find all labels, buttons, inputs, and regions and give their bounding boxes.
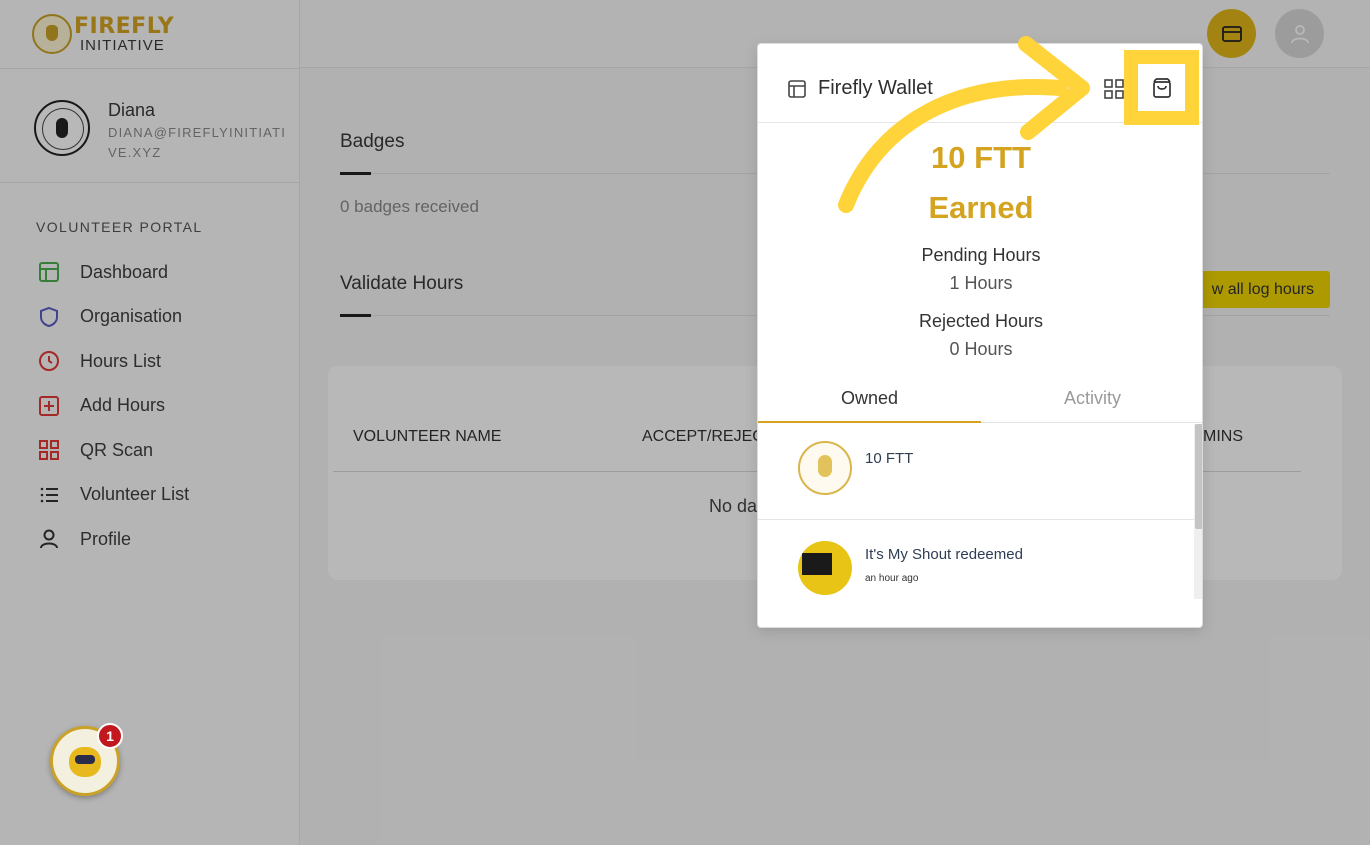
tab-owned[interactable]: Owned	[758, 388, 981, 409]
sidebar-item-organisation[interactable]: Organisation	[36, 295, 189, 340]
column-header-accept-reject[interactable]: ACCEPT/REJEC	[642, 428, 764, 446]
sidebar-item-label: Profile	[80, 528, 132, 549]
badges-received-text: 0 badges received	[340, 197, 479, 216]
section-title: VOLUNTEER PORTAL	[36, 219, 203, 235]
sidebar-item-label: Organisation	[80, 306, 183, 327]
column-header-mins[interactable]: MINS	[1203, 428, 1243, 446]
user-card: Diana DIANA@FIREFLYINITIATIVE.XYZ	[34, 100, 288, 163]
sidebar-item-hours-list[interactable]: Hours List	[36, 339, 189, 384]
sidebar-item-profile[interactable]: Profile	[36, 517, 189, 562]
validate-hours-title: Validate Hours	[340, 273, 464, 294]
wallet-layout-icon	[788, 80, 806, 103]
list-item[interactable]: 10 FTT	[758, 423, 1194, 520]
logo-text-initiative: INITIATIVE	[80, 36, 165, 54]
sidebar-item-label: QR Scan	[80, 439, 154, 460]
validate-underline	[340, 314, 371, 317]
sidebar-item-label: Hours List	[80, 350, 162, 371]
view-all-log-hours-button[interactable]: w all log hours	[1190, 271, 1330, 308]
list-icon	[36, 482, 62, 508]
notification-badge: 1	[97, 723, 123, 749]
empty-table-text: No da	[709, 496, 758, 516]
qr-grid-icon	[36, 437, 62, 463]
wallet-panel: Firefly Wallet 10 FTT Earned Pending Hou…	[757, 43, 1203, 628]
sidebar-item-qr-scan[interactable]: QR Scan	[36, 428, 189, 473]
firefly-logo-icon	[32, 14, 72, 54]
shopping-bag-icon	[1152, 77, 1171, 98]
pending-hours-value: 1 Hours	[949, 273, 1013, 293]
sidebar-item-volunteer-list[interactable]: Volunteer List	[36, 473, 189, 518]
scrollbar-thumb[interactable]	[1195, 424, 1202, 529]
brook-voucher-image	[798, 541, 852, 595]
rejected-hours-value: 0 Hours	[949, 339, 1013, 359]
card-icon	[1221, 25, 1242, 42]
avatar	[34, 100, 90, 156]
wallet-amount: 10 FTT	[931, 140, 1031, 175]
column-header-volunteer-name[interactable]: VOLUNTEER NAME	[353, 428, 501, 446]
sidebar: FIREFLY INITIATIVE Diana DIANA@FIREFLYIN…	[0, 0, 300, 845]
wallet-title: Firefly Wallet	[818, 77, 933, 99]
clock-icon	[36, 348, 62, 374]
grid-icon[interactable]	[1104, 79, 1124, 104]
user-email: DIANA@FIREFLYINITIATIVE.XYZ	[108, 125, 287, 160]
shop-bag-button[interactable]	[1124, 50, 1199, 125]
tab-activity[interactable]: Activity	[981, 388, 1202, 409]
plus-square-icon	[36, 393, 62, 419]
person-icon	[36, 526, 62, 552]
pending-hours-label: Pending Hours	[921, 245, 1041, 265]
user-name: Diana	[108, 100, 156, 120]
sidebar-divider	[0, 68, 300, 69]
user-menu-button[interactable]	[1275, 9, 1324, 58]
list-item-name: 10 FTT	[865, 450, 914, 467]
list-item-name: It's My Shout redeemed	[865, 546, 1023, 563]
list-item[interactable]: It's My Shout redeemed an hour ago	[758, 520, 1194, 617]
list-item-time: an hour ago	[865, 573, 919, 584]
firefly-logo[interactable]: FIREFLY INITIATIVE	[32, 12, 174, 56]
rejected-hours-label: Rejected Hours	[918, 311, 1044, 331]
wallet-scrollbar[interactable]	[1194, 424, 1202, 599]
user-icon	[1290, 24, 1309, 43]
badges-title: Badges	[340, 131, 405, 152]
wallet-button[interactable]	[1207, 9, 1256, 58]
sidebar-nav: Dashboard Organisation Hours List Add Ho…	[36, 250, 189, 562]
badges-underline	[340, 172, 371, 175]
shield-icon	[36, 304, 62, 330]
dashboard-icon	[36, 259, 62, 285]
sidebar-item-add-hours[interactable]: Add Hours	[36, 384, 189, 429]
sidebar-divider	[0, 182, 300, 183]
sidebar-item-dashboard[interactable]: Dashboard	[36, 250, 189, 295]
sidebar-item-label: Dashboard	[80, 261, 169, 282]
logo-text-firefly: FIREFLY	[74, 13, 175, 39]
sidebar-item-label: Volunteer List	[80, 484, 190, 505]
wallet-earned-label: Earned	[928, 190, 1034, 225]
ftt-token-image	[798, 441, 852, 495]
sidebar-item-label: Add Hours	[80, 395, 166, 416]
